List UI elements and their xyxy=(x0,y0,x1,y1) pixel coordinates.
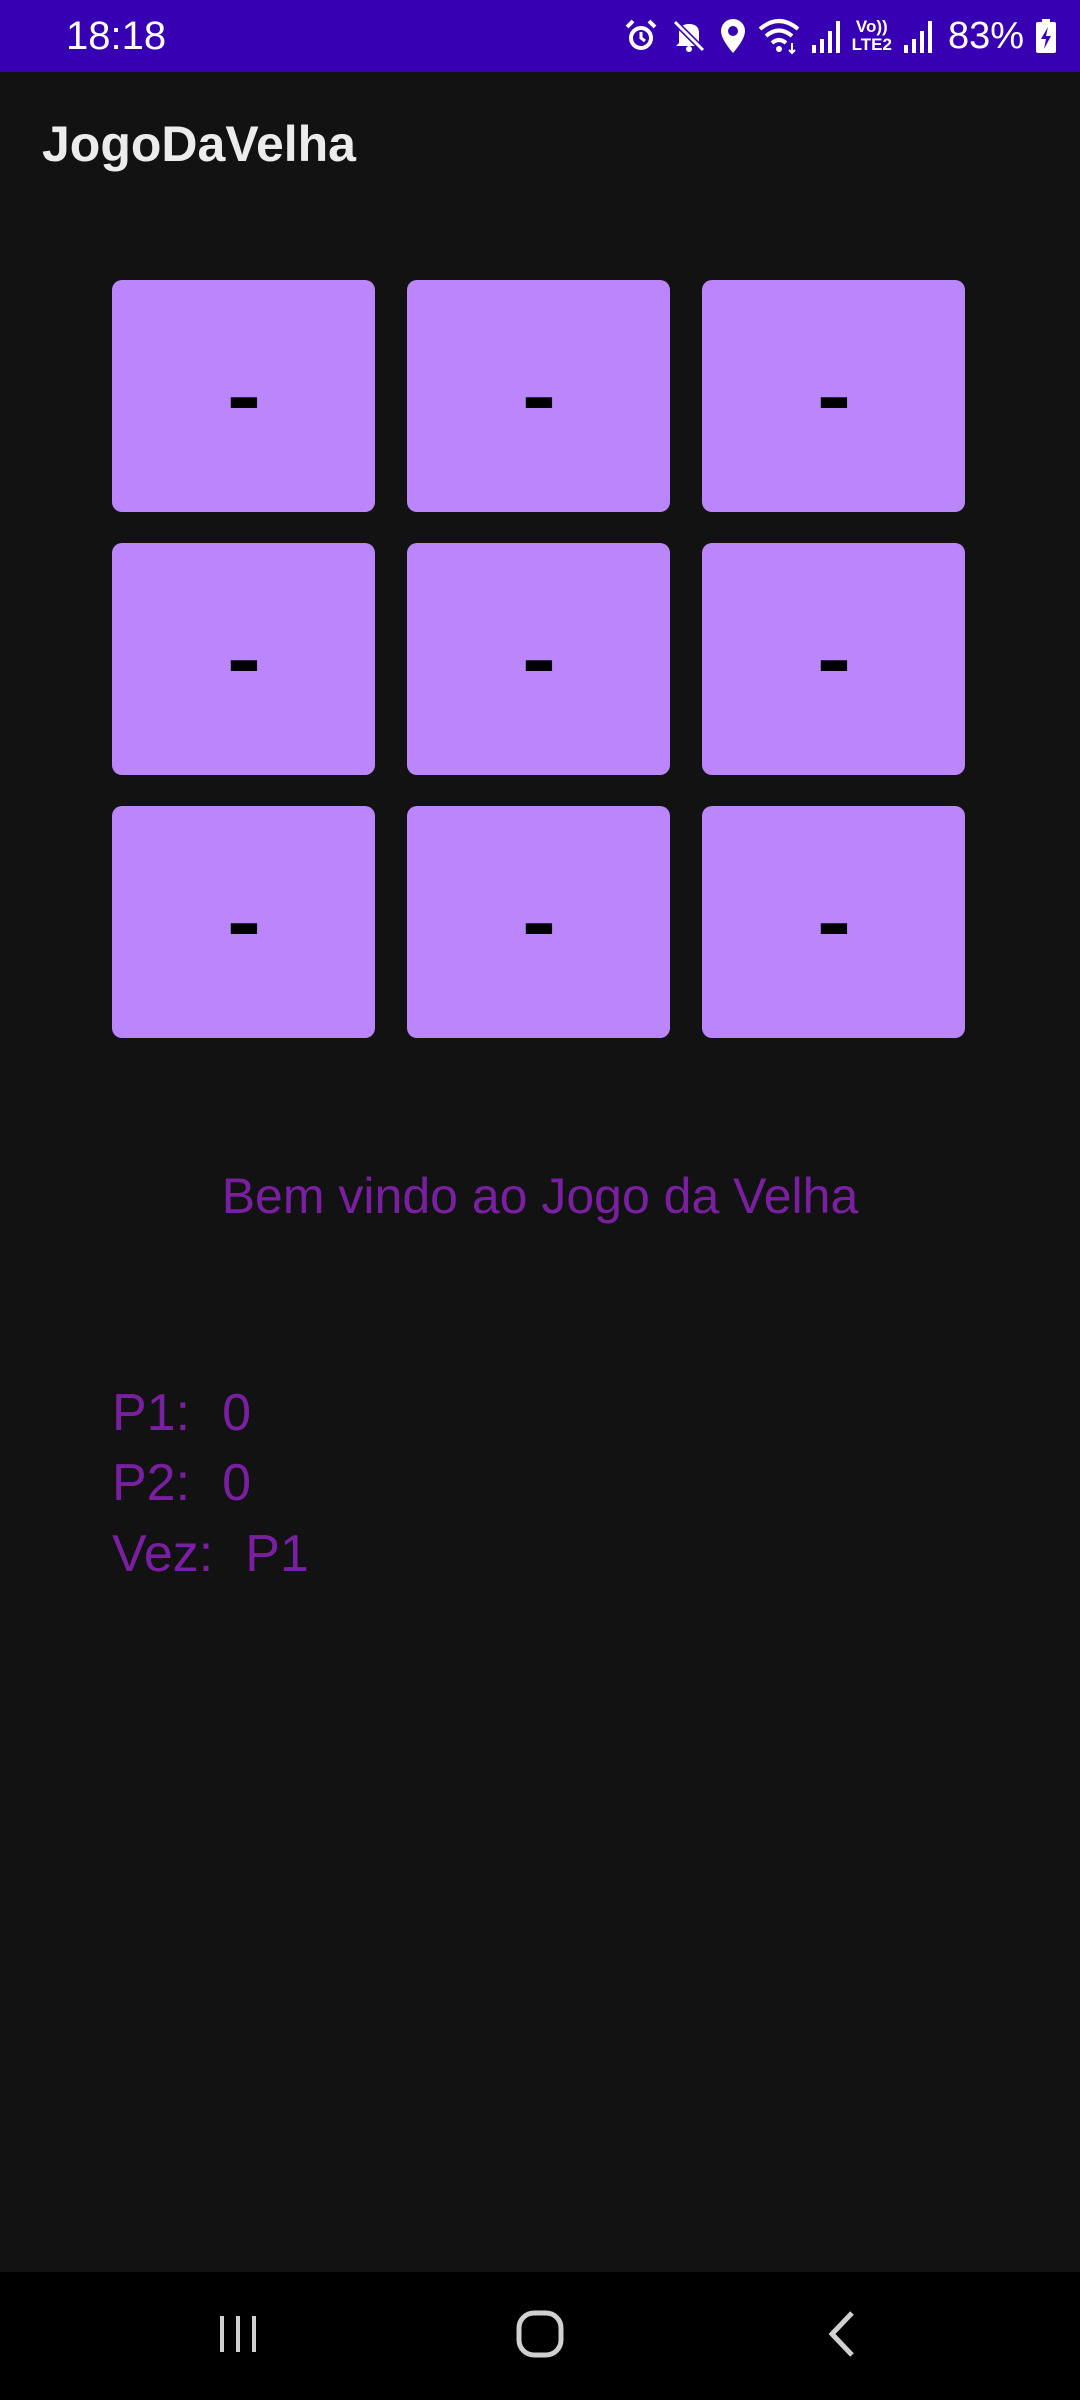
board-cell-4[interactable]: - xyxy=(112,543,375,775)
navigation-bar xyxy=(0,2272,1080,2400)
score-p1-label: P1: xyxy=(112,1384,191,1442)
volte-icon: Vo)) LTE2 xyxy=(852,18,892,54)
cell-mark: - xyxy=(226,872,261,972)
cell-mark: - xyxy=(816,872,851,972)
turn-indicator: Vez: P1 xyxy=(112,1524,309,1584)
recents-icon xyxy=(216,2312,260,2361)
back-icon xyxy=(824,2309,860,2364)
app-title: JogoDaVelha xyxy=(42,116,356,172)
board-cell-7[interactable]: - xyxy=(112,806,375,1038)
board-cell-1[interactable]: - xyxy=(112,280,375,512)
score-p2: P2: 0 xyxy=(112,1453,251,1513)
home-icon xyxy=(515,2309,565,2364)
status-time: 18:18 xyxy=(66,14,167,58)
board-cell-2[interactable]: - xyxy=(407,280,670,512)
status-icons: Vo)) LTE2 83% xyxy=(622,10,1058,62)
score-p1-value: 0 xyxy=(222,1384,251,1442)
board-cell-5[interactable]: - xyxy=(407,543,670,775)
score-p1: P1: 0 xyxy=(112,1383,251,1443)
battery-percent: 83% xyxy=(947,15,1024,57)
battery-charging-icon xyxy=(1034,17,1058,55)
turn-label: Vez: xyxy=(112,1525,214,1583)
game-board: - - - - - - - - - xyxy=(112,280,965,1038)
status-bar: 18:18 Vo)) LTE2 83% xyxy=(0,0,1080,72)
alarm-icon xyxy=(622,17,660,55)
signal-icon xyxy=(810,17,842,55)
welcome-message: Bem vindo ao Jogo da Velha xyxy=(221,1168,859,1224)
home-button[interactable] xyxy=(480,2296,600,2376)
board-cell-3[interactable]: - xyxy=(702,280,965,512)
board-cell-8[interactable]: - xyxy=(407,806,670,1038)
cell-mark: - xyxy=(816,609,851,709)
score-p2-label: P2: xyxy=(112,1454,191,1512)
turn-value: P1 xyxy=(245,1525,309,1583)
cell-mark: - xyxy=(226,609,261,709)
cell-mark: - xyxy=(226,346,261,446)
cell-mark: - xyxy=(521,346,556,446)
cell-mark: - xyxy=(521,609,556,709)
cell-mark: - xyxy=(521,872,556,972)
screen: 18:18 Vo)) LTE2 83% JogoDaVelha - - - - … xyxy=(0,0,1080,2400)
mute-icon xyxy=(670,17,708,55)
volte-label-top: Vo)) xyxy=(855,17,888,36)
app-bar: JogoDaVelha xyxy=(0,72,1080,224)
location-icon xyxy=(718,17,748,55)
cell-mark: - xyxy=(816,346,851,446)
volte-label-bottom: LTE2 xyxy=(851,35,892,54)
board-cell-9[interactable]: - xyxy=(702,806,965,1038)
back-button[interactable] xyxy=(782,2296,902,2376)
signal-icon xyxy=(902,17,934,55)
recents-button[interactable] xyxy=(178,2296,298,2376)
board-cell-6[interactable]: - xyxy=(702,543,965,775)
score-p2-value: 0 xyxy=(222,1454,251,1512)
wifi-icon xyxy=(758,17,800,55)
